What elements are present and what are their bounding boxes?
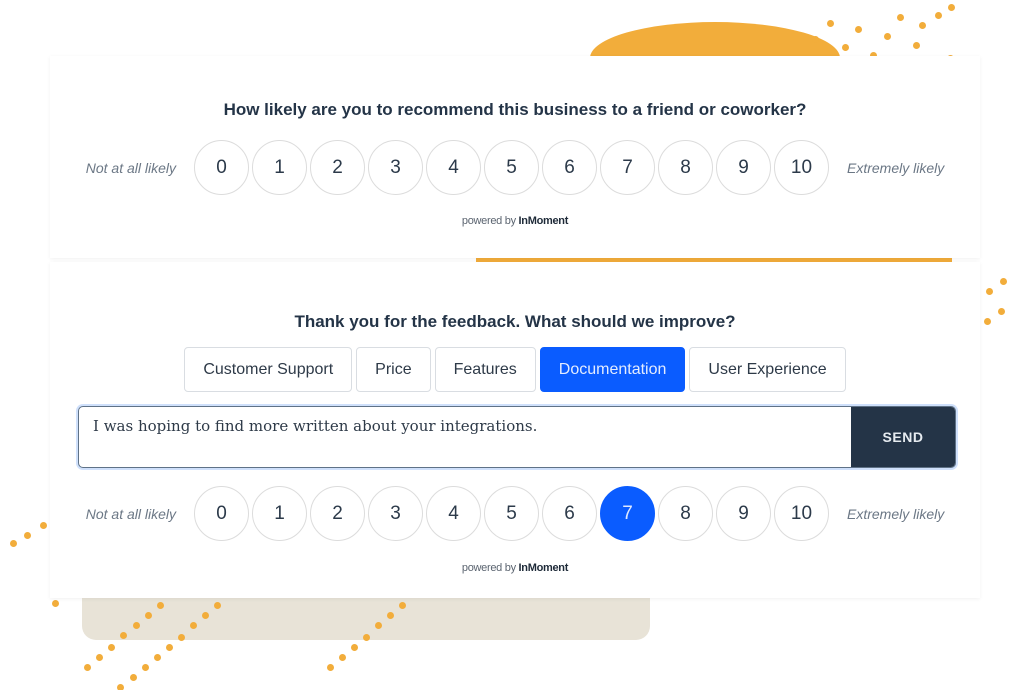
decorative-dot: [897, 14, 904, 21]
decorative-dot: [827, 20, 834, 27]
score-option-4[interactable]: 4: [426, 486, 481, 541]
brand-name: InMoment: [518, 215, 569, 227]
score-option-5[interactable]: 5: [484, 140, 539, 195]
decorative-dot: [96, 654, 103, 661]
score-option-9[interactable]: 9: [716, 140, 771, 195]
score-option-0[interactable]: 0: [194, 140, 249, 195]
decorative-dot: [375, 622, 382, 629]
option-user-experience[interactable]: User Experience: [689, 347, 846, 392]
option-customer-support[interactable]: Customer Support: [184, 347, 353, 392]
decorative-dot: [327, 664, 334, 671]
decorative-dot: [84, 664, 91, 671]
decorative-dot: [399, 602, 406, 609]
decorative-dot: [130, 674, 137, 681]
score-option-8[interactable]: 8: [658, 140, 713, 195]
decorative-dot: [166, 644, 173, 651]
decorative-dot: [52, 600, 59, 607]
score-option-6[interactable]: 6: [542, 486, 597, 541]
score-option-4[interactable]: 4: [426, 140, 481, 195]
decorative-dot: [108, 644, 115, 651]
decorative-dot: [842, 44, 849, 51]
score-option-10[interactable]: 10: [774, 140, 829, 195]
decorative-dot: [387, 612, 394, 619]
score-option-7[interactable]: 7: [600, 140, 655, 195]
decorative-dot: [919, 22, 926, 29]
feedback-input-row: I was hoping to find more written about …: [78, 406, 956, 468]
decorative-dot: [133, 622, 140, 629]
decorative-dot: [142, 664, 149, 671]
option-features[interactable]: Features: [434, 347, 536, 392]
decorative-dot: [154, 654, 161, 661]
decorative-dot: [24, 532, 31, 539]
decorative-dot: [351, 644, 358, 651]
powered-by: powered by InMoment: [50, 562, 980, 574]
score-option-2[interactable]: 2: [310, 486, 365, 541]
decorative-dot: [948, 4, 955, 11]
send-button[interactable]: SEND: [851, 407, 955, 467]
nps-question: How likely are you to recommend this bus…: [223, 100, 807, 119]
powered-prefix: powered by: [461, 562, 516, 574]
powered-by: powered by InMoment: [50, 215, 980, 227]
decorative-dot: [855, 26, 862, 33]
decorative-dot: [10, 540, 17, 547]
feedback-input[interactable]: I was hoping to find more written about …: [79, 407, 851, 467]
score-option-10[interactable]: 10: [774, 486, 829, 541]
option-price[interactable]: Price: [356, 347, 431, 392]
score-option-7[interactable]: 7: [600, 486, 655, 541]
option-documentation[interactable]: Documentation: [539, 347, 686, 392]
nps-scale: Not at all likely 0 1 2 3 4 5 6 7 8 9 10 Extremely…: [50, 486, 980, 541]
followup-question: Thank you for the feedback. What should …: [294, 312, 736, 331]
scale-label-low: Not at all likely: [85, 159, 176, 176]
decorative-dot: [40, 522, 47, 529]
score-option-6[interactable]: 6: [542, 140, 597, 195]
score-option-1[interactable]: 1: [252, 140, 307, 195]
improvement-options: Customer Support Price Features Documentati…: [50, 347, 980, 392]
decorative-dot: [884, 33, 891, 40]
decorative-dot: [157, 602, 164, 609]
followup-survey-card: Thank you for the feedback. What should …: [50, 262, 980, 598]
score-option-9[interactable]: 9: [716, 486, 771, 541]
decorative-dot: [935, 12, 942, 19]
decorative-dot: [190, 622, 197, 629]
decorative-dot: [986, 288, 993, 295]
score-option-1[interactable]: 1: [252, 486, 307, 541]
score-option-5[interactable]: 5: [484, 486, 539, 541]
decorative-dot: [1000, 278, 1007, 285]
score-options: 0 1 2 3 4 5 6 7 8 9 10: [194, 486, 829, 541]
nps-scale: Not at all likely 0 1 2 3 4 5 6 7 8 9 10 Extremely…: [50, 140, 980, 195]
powered-prefix: powered by: [461, 215, 516, 227]
score-options: 0 1 2 3 4 5 6 7 8 9 10: [194, 140, 829, 195]
score-option-8[interactable]: 8: [658, 486, 713, 541]
decorative-dot: [913, 42, 920, 49]
decorative-dot: [117, 684, 124, 690]
decorative-dot: [363, 634, 370, 641]
decorative-dot: [812, 36, 819, 43]
score-option-3[interactable]: 3: [368, 486, 423, 541]
brand-name: InMoment: [518, 562, 569, 574]
decorative-dot: [120, 632, 127, 639]
decorative-dot: [214, 602, 221, 609]
decorative-dot: [984, 318, 991, 325]
scale-label-low: Not at all likely: [85, 505, 176, 522]
decorative-dot: [178, 634, 185, 641]
decorative-dot: [202, 612, 209, 619]
scale-label-high: Extremely likely: [847, 505, 945, 522]
scale-label-high: Extremely likely: [847, 159, 945, 176]
nps-survey-card: How likely are you to recommend this bus…: [50, 56, 980, 258]
decorative-dot: [339, 654, 346, 661]
score-option-0[interactable]: 0: [194, 486, 249, 541]
score-option-3[interactable]: 3: [368, 140, 423, 195]
score-option-2[interactable]: 2: [310, 140, 365, 195]
decorative-dot: [145, 612, 152, 619]
decorative-dot: [998, 308, 1005, 315]
